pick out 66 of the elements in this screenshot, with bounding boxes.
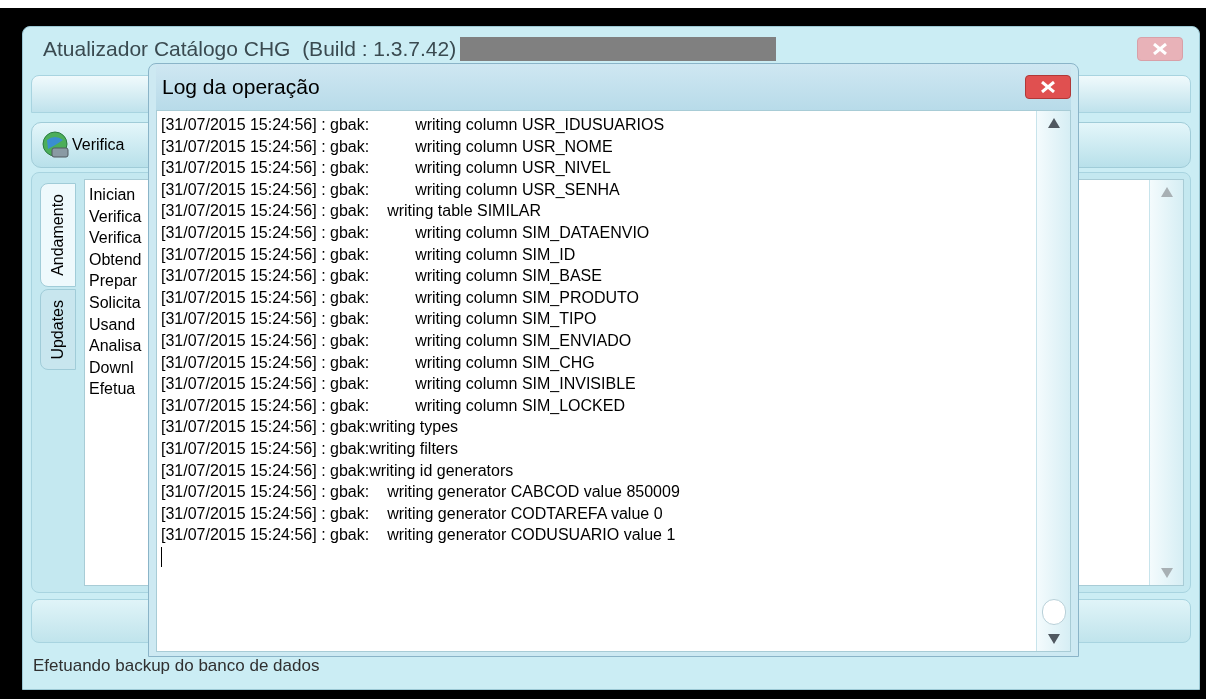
list-item: Obtend <box>89 249 142 270</box>
log-message: writing filters <box>369 438 459 459</box>
log-message: writing column SIM_PRODUTO <box>415 287 639 308</box>
dialog-close-button[interactable] <box>1025 75 1071 99</box>
log-timestamp: [31/07/2015 15:24:56] : gbak: <box>161 136 370 157</box>
close-icon <box>1040 81 1056 93</box>
log-message: writing column SIM_BASE <box>415 266 602 287</box>
verify-button[interactable]: Verifica <box>42 131 125 159</box>
status-text: Efetuando backup do banco de dados <box>33 655 320 678</box>
log-timestamp: [31/07/2015 15:24:56] : gbak: <box>161 438 370 459</box>
log-message: writing column USR_NIVEL <box>415 158 611 179</box>
list-item: Verifica <box>89 228 142 249</box>
log-message: writing column SIM_LOCKED <box>415 395 625 416</box>
log-message: writing column USR_NOME <box>415 136 613 157</box>
log-message: writing id generators <box>369 460 514 481</box>
vertical-tab[interactable]: Andamento <box>40 183 76 287</box>
log-message: writing generator CODTAREFA value 0 <box>387 503 663 524</box>
close-button[interactable] <box>1137 37 1183 61</box>
log-timestamp: [31/07/2015 15:24:56] : gbak: <box>161 158 370 179</box>
log-message: writing column USR_IDUSUARIOS <box>415 115 665 135</box>
list-item: Solicita <box>89 292 142 313</box>
log-timestamp: [31/07/2015 15:24:56] : gbak: <box>161 115 370 135</box>
log-timestamp: [31/07/2015 15:24:56] : gbak: <box>161 525 370 546</box>
list-item: Efetua <box>89 379 137 400</box>
vertical-tab[interactable]: Updates <box>40 288 76 371</box>
list-item: Inician <box>89 185 137 205</box>
log-message: writing column SIM_DATAENVIO <box>415 222 650 243</box>
log-message: writing column USR_SENHA <box>415 179 620 200</box>
log-timestamp: [31/07/2015 15:24:56] : gbak: <box>161 503 370 524</box>
log-timestamp: [31/07/2015 15:24:56] : gbak: <box>161 330 370 351</box>
log-timestamp: [31/07/2015 15:24:56] : gbak: <box>161 309 370 330</box>
close-icon <box>1152 43 1168 55</box>
log-timestamp: [31/07/2015 15:24:56] : gbak: <box>161 352 370 373</box>
list-item: Usand <box>89 314 137 335</box>
log-message: writing table SIMILAR <box>387 201 541 222</box>
log-timestamp: [31/07/2015 15:24:56] : gbak: <box>161 244 370 265</box>
scroll-up-arrow-icon[interactable] <box>1046 117 1061 129</box>
log-timestamp: [31/07/2015 15:24:56] : gbak: <box>161 460 370 481</box>
scroll-down-arrow-icon[interactable] <box>1046 633 1061 645</box>
log-timestamp: [31/07/2015 15:24:56] : gbak: <box>161 374 370 395</box>
log-timestamp: [31/07/2015 15:24:56] : gbak: <box>161 395 370 416</box>
log-message: writing column SIM_INVISIBLE <box>415 374 636 395</box>
log-message: writing generator CABCOD value 850009 <box>387 482 680 503</box>
log-scrollbar[interactable] <box>1036 111 1070 651</box>
log-message: writing column SIM_ENVIADO <box>415 330 632 351</box>
log-message: writing generator CODUSUARIO value 1 <box>387 525 676 546</box>
globe-drive-icon <box>42 131 70 159</box>
dialog-title: Log da operação <box>162 74 320 101</box>
log-message: writing column SIM_TIPO <box>415 309 597 330</box>
log-timestamp: [31/07/2015 15:24:56] : gbak: <box>161 222 370 243</box>
log-timestamp: [31/07/2015 15:24:56] : gbak: <box>161 287 370 308</box>
log-timestamp: [31/07/2015 15:24:56] : gbak: <box>161 201 370 222</box>
log-timestamp: [31/07/2015 15:24:56] : gbak: <box>161 179 370 200</box>
list-item: Prepar <box>89 271 139 292</box>
window-title: Atualizador Catálogo CHG (Build : 1.3.7.42) <box>43 36 457 63</box>
log-message: writing types <box>369 417 459 438</box>
list-item: Analisa <box>89 336 142 357</box>
list-item: Verifica <box>89 206 142 227</box>
text-cursor <box>161 546 162 567</box>
log-timestamp: [31/07/2015 15:24:56] : gbak: <box>161 266 370 287</box>
log-timestamp: [31/07/2015 15:24:56] : gbak: <box>161 417 370 438</box>
log-message: writing column SIM_CHG <box>415 352 595 373</box>
scroll-thumb[interactable] <box>1041 599 1066 625</box>
list-item: Downl <box>89 357 135 378</box>
log-message: writing column SIM_ID <box>415 244 576 265</box>
log-timestamp: [31/07/2015 15:24:56] : gbak: <box>161 482 370 503</box>
